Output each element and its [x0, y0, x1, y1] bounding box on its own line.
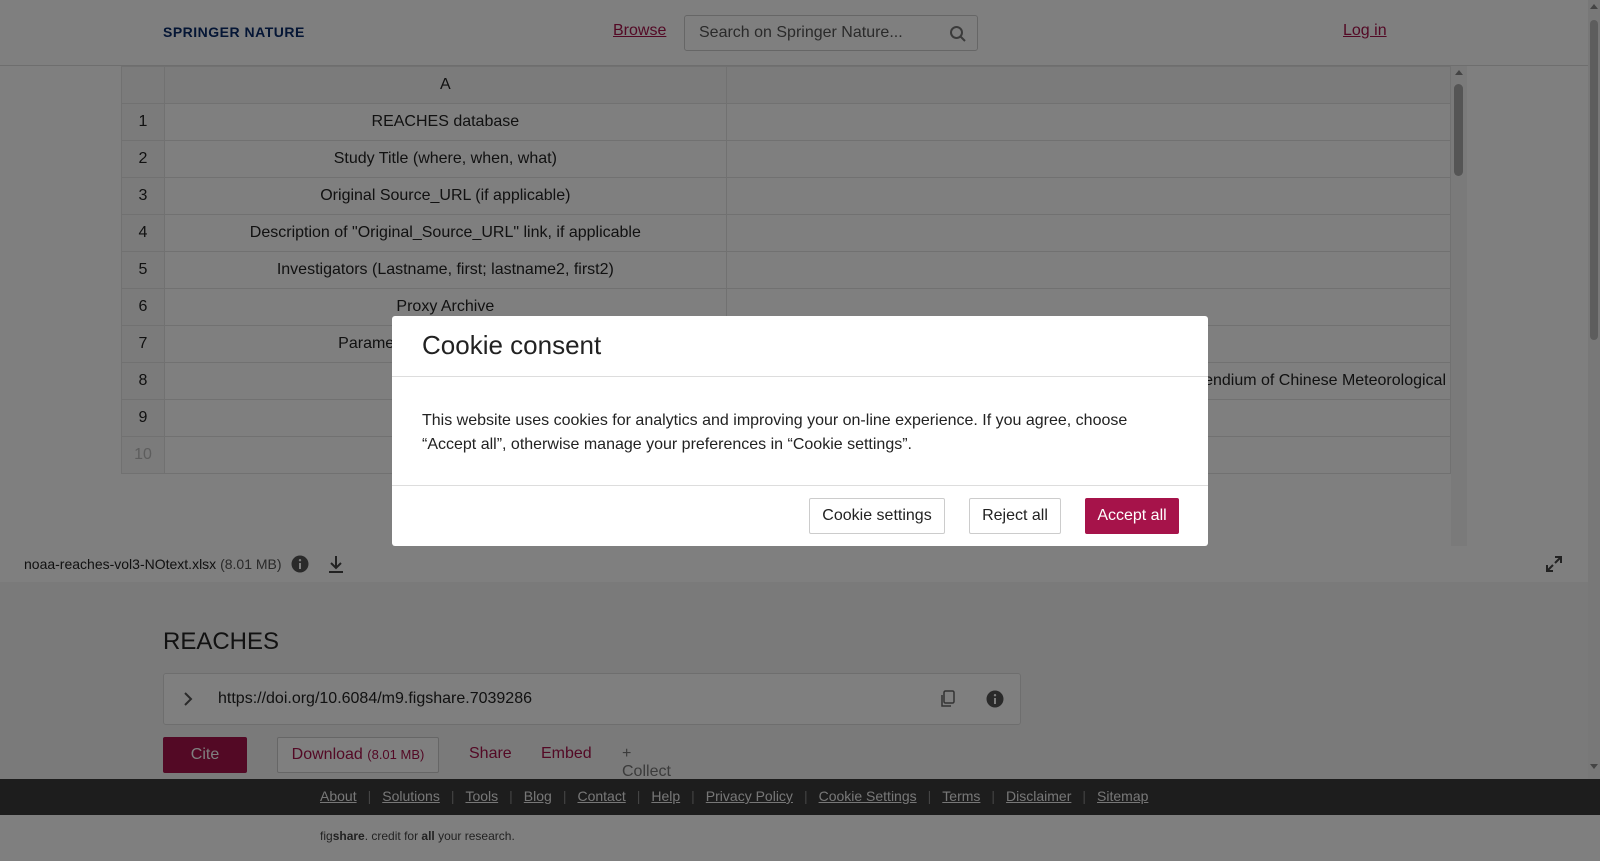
divider	[392, 376, 1208, 377]
dialog-title: Cookie consent	[422, 330, 602, 360]
reject-all-button[interactable]: Reject all	[969, 498, 1061, 534]
cookie-settings-button[interactable]: Cookie settings	[809, 498, 945, 534]
accept-all-button[interactable]: Accept all	[1085, 498, 1179, 534]
divider	[392, 485, 1208, 486]
dialog-body: This website uses cookies for analytics …	[422, 412, 1128, 453]
cookie-consent-dialog: Cookie consent This website uses cookies…	[392, 316, 1208, 546]
